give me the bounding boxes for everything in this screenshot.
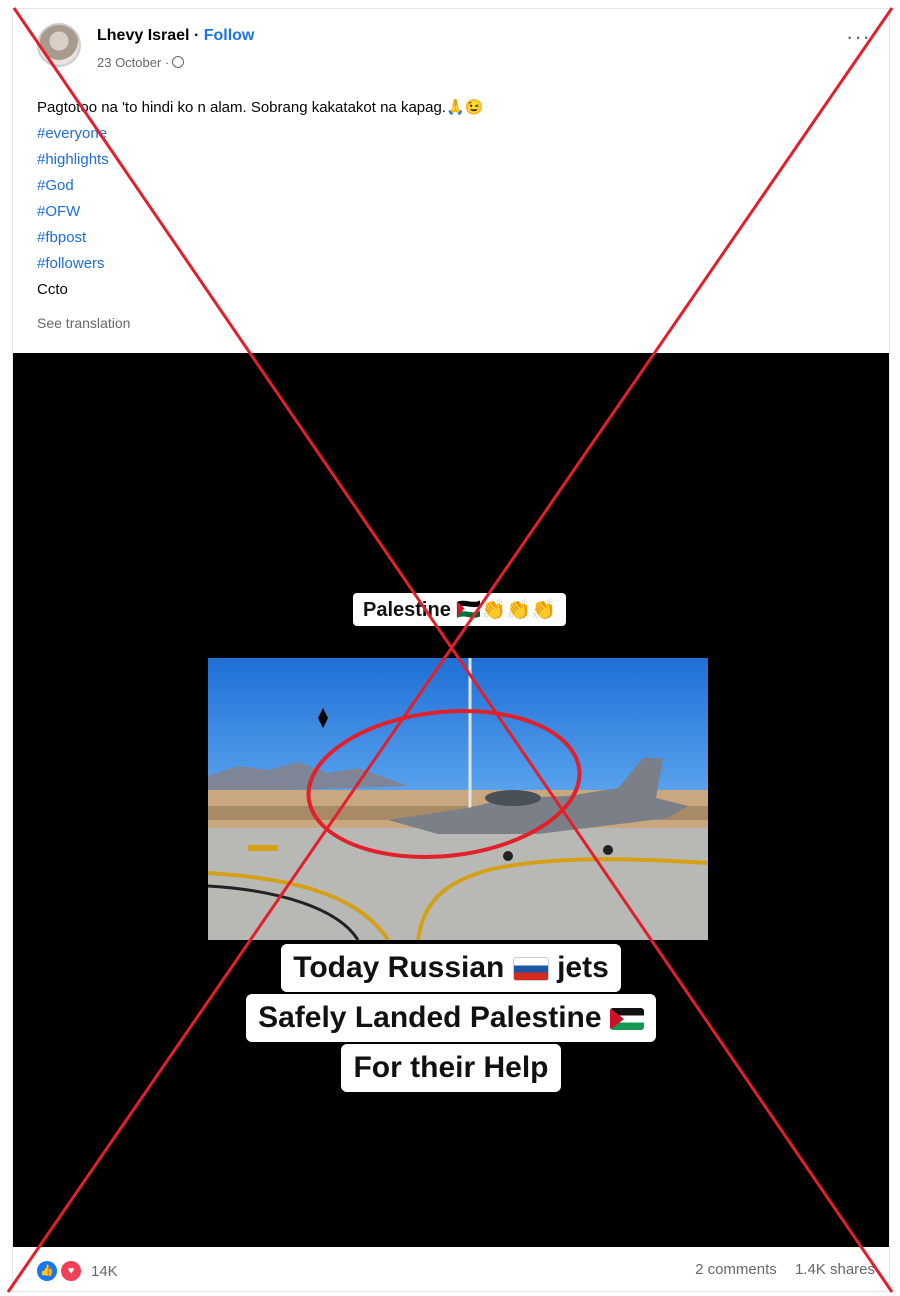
post-author-line: Lhevy Israel · Follow <box>97 27 254 45</box>
caption-text-1b: jets <box>557 951 609 984</box>
post-meta: 23 October · <box>97 55 185 70</box>
love-icon: ♥ <box>59 1259 83 1283</box>
separator: · <box>189 27 204 44</box>
hashtag-followers[interactable]: #followers <box>37 251 483 277</box>
palestine-flag-icon <box>609 1008 644 1031</box>
caption-line-2: Safely Landed Palestine <box>246 994 656 1042</box>
facebook-post: Lhevy Israel · Follow 23 October · ··· P… <box>12 8 890 1292</box>
jet-photo-svg <box>208 658 708 940</box>
hashtag-highlights[interactable]: #highlights <box>37 147 483 173</box>
like-icon: 👍 <box>37 1261 57 1281</box>
caption-text-1a: Today Russian <box>293 951 505 984</box>
reaction-count: 14K <box>91 1262 118 1280</box>
post-body: Pagtotoo na 'to hindi ko n alam. Sobrang… <box>37 95 483 303</box>
reactions-summary[interactable]: 👍 ♥ 14K <box>37 1259 118 1283</box>
caption-text-2: Safely Landed Palestine <box>258 1001 602 1034</box>
author-avatar[interactable] <box>37 23 81 67</box>
caption-line-3: For their Help <box>341 1044 561 1092</box>
hashtag-fbpost[interactable]: #fbpost <box>37 225 483 251</box>
video-caption: Today Russian jets Safely Landed Palesti… <box>13 943 889 1093</box>
comments-count[interactable]: 2 comments <box>695 1261 777 1278</box>
post-text: Pagtotoo na 'to hindi ko n alam. Sobrang… <box>37 99 484 116</box>
russia-flag-icon <box>512 957 549 982</box>
engagement-stats: 2 comments 1.4K shares <box>681 1261 875 1278</box>
globe-icon <box>172 56 185 68</box>
overlay-badge-palestine: Palestine 🇵🇸👏👏👏 <box>353 593 566 626</box>
see-translation-link[interactable]: See translation <box>37 315 130 331</box>
shares-count[interactable]: 1.4K shares <box>795 1261 875 1278</box>
post-date[interactable]: 23 October · <box>97 55 169 70</box>
hashtag-everyone[interactable]: #everyone <box>37 121 483 147</box>
follow-button[interactable]: Follow <box>204 27 255 44</box>
caption-line-1: Today Russian jets <box>281 944 621 992</box>
author-name[interactable]: Lhevy Israel <box>97 27 190 44</box>
hashtag-ofw[interactable]: #OFW <box>37 199 483 225</box>
post-trailing-text: Ccto <box>37 281 68 298</box>
more-options-icon[interactable]: ··· <box>846 26 871 48</box>
jet-photo <box>208 658 708 940</box>
post-video[interactable]: Palestine 🇵🇸👏👏👏 Today Russian jets Safel… <box>13 353 889 1247</box>
hashtag-god[interactable]: #God <box>37 173 483 199</box>
